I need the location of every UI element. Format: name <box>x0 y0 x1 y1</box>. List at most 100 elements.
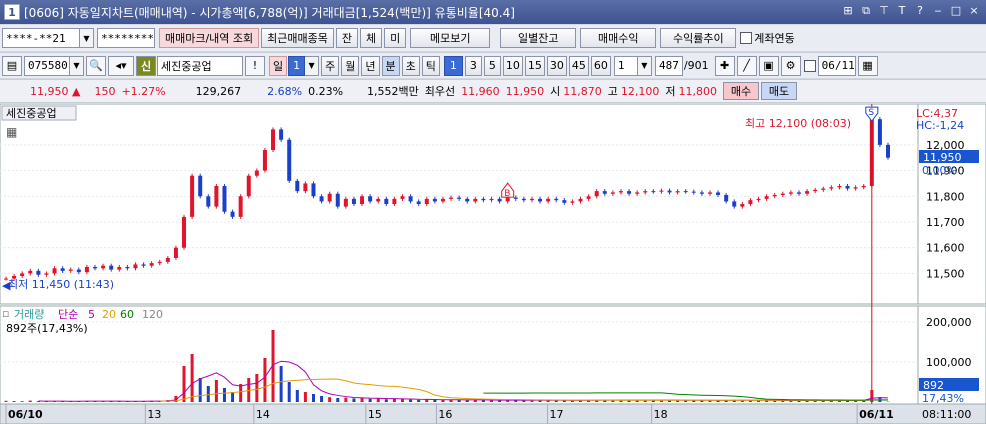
price-candle <box>319 196 324 202</box>
speaker-icon[interactable]: ◂▾ <box>108 55 134 76</box>
window-number[interactable]: 1 <box>4 4 20 20</box>
price-candle <box>238 196 243 217</box>
info-icon[interactable]: ! <box>245 55 265 76</box>
period-month-button[interactable]: 월 <box>341 55 360 76</box>
chart-area[interactable]: BS 11,500 11,600 11,700 11,800 11,900 12,000 1… <box>0 104 986 424</box>
account-input[interactable]: ****-**21 <box>2 28 80 48</box>
volume-pane[interactable] <box>0 305 919 405</box>
price-candle <box>538 198 543 202</box>
interval-10-button[interactable]: 10 <box>502 55 523 76</box>
chart-settings-icon[interactable]: ▦ <box>6 125 17 139</box>
date-input[interactable]: 06/11 <box>817 55 856 76</box>
date-checkbox[interactable] <box>803 59 816 72</box>
interval-1-button[interactable]: 1 <box>443 55 463 76</box>
period-minute-button[interactable]: 분 <box>381 55 400 76</box>
executed-button[interactable]: 체 <box>360 28 383 48</box>
price-candle <box>109 265 114 270</box>
volume-bar <box>182 366 186 402</box>
price-candle <box>473 198 478 202</box>
stock-code-dropdown-icon[interactable]: ▼ <box>70 55 84 76</box>
volume-info: 892주(17,43%) <box>6 322 88 335</box>
period-tick-button[interactable]: 틱 <box>421 55 440 76</box>
pin-icon[interactable]: ⊤ <box>876 3 892 19</box>
price-candle <box>68 269 73 271</box>
price-pane[interactable] <box>0 104 919 305</box>
line-tool-icon[interactable]: ╱ <box>736 55 757 76</box>
calendar-icon[interactable]: ▦ <box>857 55 878 76</box>
interval-5-button[interactable]: 5 <box>483 55 501 76</box>
price-candle <box>821 188 826 190</box>
bar-count-input[interactable]: 487 <box>654 55 683 76</box>
period-second-button[interactable]: 초 <box>401 55 420 76</box>
interval-3-button[interactable]: 3 <box>464 55 482 76</box>
volume-bar <box>198 378 202 402</box>
period-year-button[interactable]: 년 <box>361 55 380 76</box>
stock-name-field[interactable]: 세진중공업 <box>157 55 243 76</box>
interval-input[interactable]: 1 <box>613 55 638 76</box>
price-candle <box>157 261 162 264</box>
price-candle <box>724 195 729 202</box>
volume-bar <box>311 394 315 402</box>
period-num-button[interactable]: 1 <box>288 55 306 76</box>
price-candle <box>125 267 130 269</box>
volume-tick-label: 100,000 <box>926 356 972 369</box>
help-icon[interactable]: ? <box>912 3 928 19</box>
price-tick-label: 12,000 <box>926 139 965 152</box>
price-candle <box>886 144 890 158</box>
interval-dropdown-icon[interactable]: ▼ <box>637 55 652 76</box>
save-icon[interactable]: ▣ <box>758 55 779 76</box>
password-input[interactable]: ******** <box>97 28 155 48</box>
daily-balance-button[interactable]: 일별잔고 <box>500 28 577 48</box>
sell-button[interactable]: 매도 <box>761 82 798 100</box>
memo-view-button[interactable]: 메모보기 <box>410 28 491 48</box>
copy-window-icon[interactable]: ⧉ <box>858 3 874 19</box>
price-tick-label: 11,700 <box>926 216 965 229</box>
high-label: 고 <box>607 85 618 98</box>
interval-30-button[interactable]: 30 <box>546 55 567 76</box>
interval-60-button[interactable]: 60 <box>590 55 611 76</box>
price-candle <box>853 187 858 189</box>
indicator-add-icon[interactable]: ✚ <box>714 55 735 76</box>
price-change: 150 <box>94 84 116 98</box>
price-candle <box>756 198 761 201</box>
buy-button[interactable]: 매수 <box>723 82 760 100</box>
stock-list-icon[interactable]: ▤ <box>2 55 22 76</box>
date-tick-label: 15 <box>368 408 382 421</box>
maximize-button[interactable]: □ <box>948 3 964 19</box>
high-annotation: 최고 12,100 (08:03) <box>745 117 851 130</box>
search-icon[interactable]: 🔍 <box>86 55 106 76</box>
font-icon[interactable]: T <box>894 3 910 19</box>
price-candle <box>586 196 591 199</box>
date-tick-label: 06/10 <box>8 408 43 421</box>
price-candle <box>84 267 89 273</box>
stock-code-input[interactable]: 075580 <box>24 55 70 76</box>
account-link-checkbox[interactable] <box>740 32 753 44</box>
balance-button[interactable]: 잔 <box>335 28 359 48</box>
volume-bar <box>433 400 437 402</box>
price-volume-chart[interactable]: BS 11,50011,60011,70011,80011,90012,0001… <box>0 104 986 424</box>
date-tick-label: 13 <box>147 408 161 421</box>
minimize-button[interactable]: ‒ <box>930 3 946 19</box>
date-tick-label: 16 <box>438 408 452 421</box>
close-button[interactable]: × <box>966 3 982 19</box>
volume-bar <box>222 388 226 402</box>
return-trend-button[interactable]: 수익률추이 <box>660 28 737 48</box>
recent-trades-button[interactable]: 최근매매종목 <box>261 28 334 48</box>
period-day-button[interactable]: 일 <box>269 55 288 76</box>
price-candle <box>303 183 308 192</box>
unexecuted-button[interactable]: 미 <box>384 28 407 48</box>
layout-icon[interactable]: ⊞ <box>840 3 856 19</box>
interval-45-button[interactable]: 45 <box>568 55 589 76</box>
interval-15-button[interactable]: 15 <box>524 55 545 76</box>
price-candle <box>805 191 810 194</box>
date-tick-label: 18 <box>654 408 668 421</box>
account-dropdown-icon[interactable]: ▼ <box>80 28 94 48</box>
period-week-button[interactable]: 주 <box>321 55 340 76</box>
trade-mark-query-button[interactable]: 매매마크/내역 조회 <box>159 28 260 48</box>
period-dropdown-icon[interactable]: ▼ <box>305 55 320 76</box>
trade-profit-button[interactable]: 매매수익 <box>580 28 657 48</box>
price-candle <box>643 191 648 193</box>
price-candle <box>651 191 656 193</box>
volume-bar <box>320 396 324 402</box>
gear-icon[interactable]: ⚙ <box>780 55 801 76</box>
